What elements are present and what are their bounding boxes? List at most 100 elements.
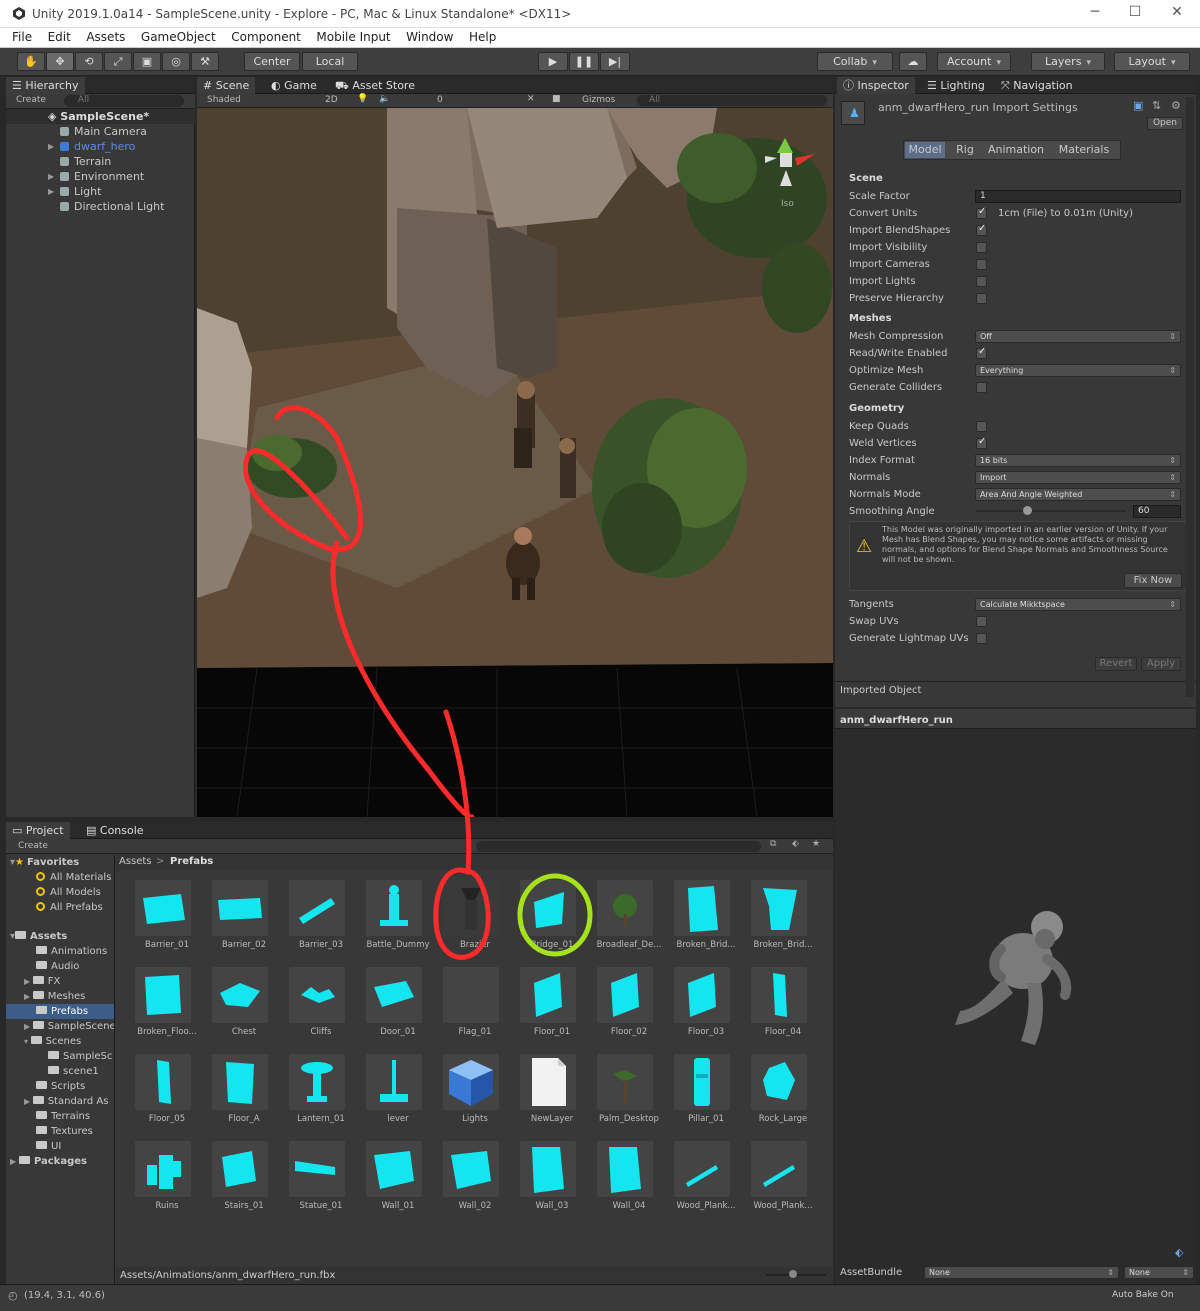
apply-button[interactable]: Apply bbox=[1141, 657, 1181, 671]
folder-item[interactable]: ▶ SampleScene bbox=[6, 1019, 114, 1034]
fix-now-button[interactable]: Fix Now bbox=[1124, 573, 1182, 588]
favorite-item[interactable]: All Materials bbox=[6, 870, 114, 885]
asset-item[interactable]: lever bbox=[360, 1046, 426, 1126]
folder-item[interactable]: Scripts bbox=[6, 1079, 114, 1094]
generate-colliders-checkbox[interactable] bbox=[976, 382, 987, 393]
folder-item[interactable]: ▶ Meshes bbox=[6, 989, 114, 1004]
asset-item[interactable]: Ruins bbox=[129, 1133, 195, 1213]
preserve-hierarchy-checkbox[interactable] bbox=[976, 293, 987, 304]
rotate-tool-icon[interactable]: ⟲ bbox=[75, 52, 103, 71]
asset-item[interactable]: Battle_Dummy bbox=[360, 872, 430, 952]
tab-game[interactable]: ◐ Game bbox=[265, 77, 323, 94]
tag-icon[interactable]: ⬖ bbox=[1175, 1246, 1183, 1259]
filter-type-icon[interactable]: ⧉ bbox=[770, 839, 776, 849]
folder-item[interactable]: Terrains bbox=[6, 1109, 114, 1124]
cloud-icon[interactable]: ☁ bbox=[899, 52, 927, 71]
thumbnail-size-handle[interactable] bbox=[789, 1270, 797, 1278]
account-dropdown[interactable]: Account bbox=[937, 52, 1011, 71]
tab-asset-store[interactable]: ⛟ Asset Store bbox=[329, 77, 421, 94]
asset-item[interactable]: Cliffs bbox=[283, 959, 349, 1039]
filter-label-icon[interactable]: ⬖ bbox=[792, 839, 799, 849]
minimize-button[interactable]: ─ bbox=[1080, 4, 1110, 20]
asset-item[interactable]: Flag_01 bbox=[437, 959, 503, 1039]
folder-item[interactable]: ▶ Standard As bbox=[6, 1094, 114, 1109]
assetbundle-variant-dropdown[interactable]: None bbox=[1124, 1266, 1194, 1279]
asset-item[interactable]: Wood_Plank... bbox=[745, 1133, 813, 1213]
custom-tool-icon[interactable]: ⚒ bbox=[191, 52, 219, 71]
smoothing-angle-slider[interactable] bbox=[976, 510, 1126, 512]
asset-item[interactable]: Floor_05 bbox=[129, 1046, 195, 1126]
weld-vertices-checkbox[interactable] bbox=[976, 436, 987, 449]
shading-mode-dropdown[interactable]: Shaded bbox=[207, 95, 241, 105]
hierarchy-scene-row[interactable]: ◈ SampleScene* bbox=[6, 109, 195, 124]
asset-item[interactable]: Barrier_03 bbox=[283, 872, 349, 952]
asset-item[interactable]: Door_01 bbox=[360, 959, 426, 1039]
scene-viewport[interactable]: Iso bbox=[197, 108, 833, 817]
asset-item[interactable]: Pillar_01 bbox=[668, 1046, 734, 1126]
asset-item[interactable]: Barrier_02 bbox=[206, 872, 272, 952]
close-button[interactable]: ✕ bbox=[1162, 4, 1192, 20]
step-icon[interactable]: ▶| bbox=[600, 52, 630, 71]
folder-item[interactable]: ▶ FX bbox=[6, 974, 114, 989]
help-icon[interactable]: ▣ bbox=[1133, 99, 1143, 112]
folder-item[interactable]: SampleSc bbox=[6, 1049, 114, 1064]
hand-tool-icon[interactable]: ✋ bbox=[17, 52, 45, 71]
revert-button[interactable]: Revert bbox=[1095, 657, 1137, 671]
asset-item[interactable]: Brazier bbox=[437, 872, 503, 952]
asset-item[interactable]: Wall_04 bbox=[591, 1133, 657, 1213]
asset-item[interactable]: Bridge_01 bbox=[514, 872, 580, 952]
folder-item[interactable]: Audio bbox=[6, 959, 114, 974]
asset-item[interactable]: Floor_A bbox=[206, 1046, 272, 1126]
lighting-toggle-icon[interactable]: 💡 bbox=[357, 94, 368, 104]
asset-item[interactable]: Wall_03 bbox=[514, 1133, 580, 1213]
normals-dropdown[interactable]: Import bbox=[975, 471, 1181, 484]
favorite-item[interactable]: All Models bbox=[6, 885, 114, 900]
tab-rig[interactable]: Rig bbox=[952, 142, 978, 158]
asset-item[interactable]: Rock_Large bbox=[745, 1046, 811, 1126]
asset-item[interactable]: Wall_01 bbox=[360, 1133, 426, 1213]
gizmos-dropdown[interactable]: Gizmos bbox=[582, 95, 615, 105]
play-icon[interactable]: ▶ bbox=[538, 52, 568, 71]
preset-icon[interactable]: ⇅ bbox=[1152, 99, 1161, 112]
assets-root-folder[interactable]: ▾ Assets bbox=[6, 929, 114, 944]
generate-lightmap-uvs-checkbox[interactable] bbox=[976, 633, 987, 644]
tangents-dropdown[interactable]: Calculate Mikktspace bbox=[975, 598, 1181, 611]
hierarchy-item[interactable]: ▶ Light bbox=[6, 184, 195, 199]
menu-edit[interactable]: Edit bbox=[48, 28, 71, 47]
asset-item[interactable]: Broken_Floo... bbox=[129, 959, 197, 1039]
breadcrumb-prefabs[interactable]: Prefabs bbox=[170, 856, 213, 867]
asset-item[interactable]: Barrier_01 bbox=[129, 872, 195, 952]
packages-folder[interactable]: ▶ Packages bbox=[6, 1154, 114, 1169]
index-format-dropdown[interactable]: 16 bits bbox=[975, 454, 1181, 467]
layers-dropdown[interactable]: Layers bbox=[1031, 52, 1105, 71]
inspector-scrollbar[interactable] bbox=[1186, 97, 1194, 697]
asset-item[interactable]: Broken_Brid... bbox=[745, 872, 813, 952]
settings-gear-icon[interactable]: ⚙ bbox=[1171, 99, 1181, 112]
folder-item[interactable]: Textures bbox=[6, 1124, 114, 1139]
smoothing-angle-slider-handle[interactable] bbox=[1023, 506, 1032, 515]
hierarchy-item[interactable]: Terrain bbox=[6, 154, 195, 169]
maximize-button[interactable]: ☐ bbox=[1120, 4, 1150, 20]
collab-dropdown[interactable]: Collab bbox=[817, 52, 893, 71]
pivot-local-button[interactable]: Local bbox=[302, 52, 358, 71]
tools-icon[interactable]: ✕ bbox=[527, 94, 535, 104]
convert-units-checkbox[interactable] bbox=[976, 206, 987, 219]
menu-gameobject[interactable]: GameObject bbox=[141, 28, 216, 47]
2d-toggle[interactable]: 2D bbox=[325, 95, 338, 105]
hierarchy-search-input[interactable]: All bbox=[64, 95, 184, 107]
import-cameras-checkbox[interactable] bbox=[976, 259, 987, 270]
camera-icon[interactable]: ■ bbox=[552, 94, 561, 104]
asset-item[interactable]: Floor_02 bbox=[591, 959, 657, 1039]
hidden-objects-count[interactable]: 0 bbox=[437, 95, 443, 105]
pause-icon[interactable]: ❚❚ bbox=[569, 52, 599, 71]
folder-item[interactable]: scene1 bbox=[6, 1064, 114, 1079]
asset-item[interactable]: Floor_01 bbox=[514, 959, 580, 1039]
hierarchy-item[interactable]: Main Camera bbox=[6, 124, 195, 139]
hierarchy-create-button[interactable]: Create bbox=[16, 95, 46, 105]
asset-item[interactable]: Lantern_01 bbox=[283, 1046, 349, 1126]
hierarchy-item[interactable]: Directional Light bbox=[6, 199, 195, 214]
open-button[interactable]: Open bbox=[1147, 117, 1183, 130]
menu-component[interactable]: Component bbox=[231, 28, 301, 47]
tab-materials[interactable]: Materials bbox=[1054, 142, 1114, 158]
asset-item[interactable]: Wood_Plank... bbox=[668, 1133, 736, 1213]
